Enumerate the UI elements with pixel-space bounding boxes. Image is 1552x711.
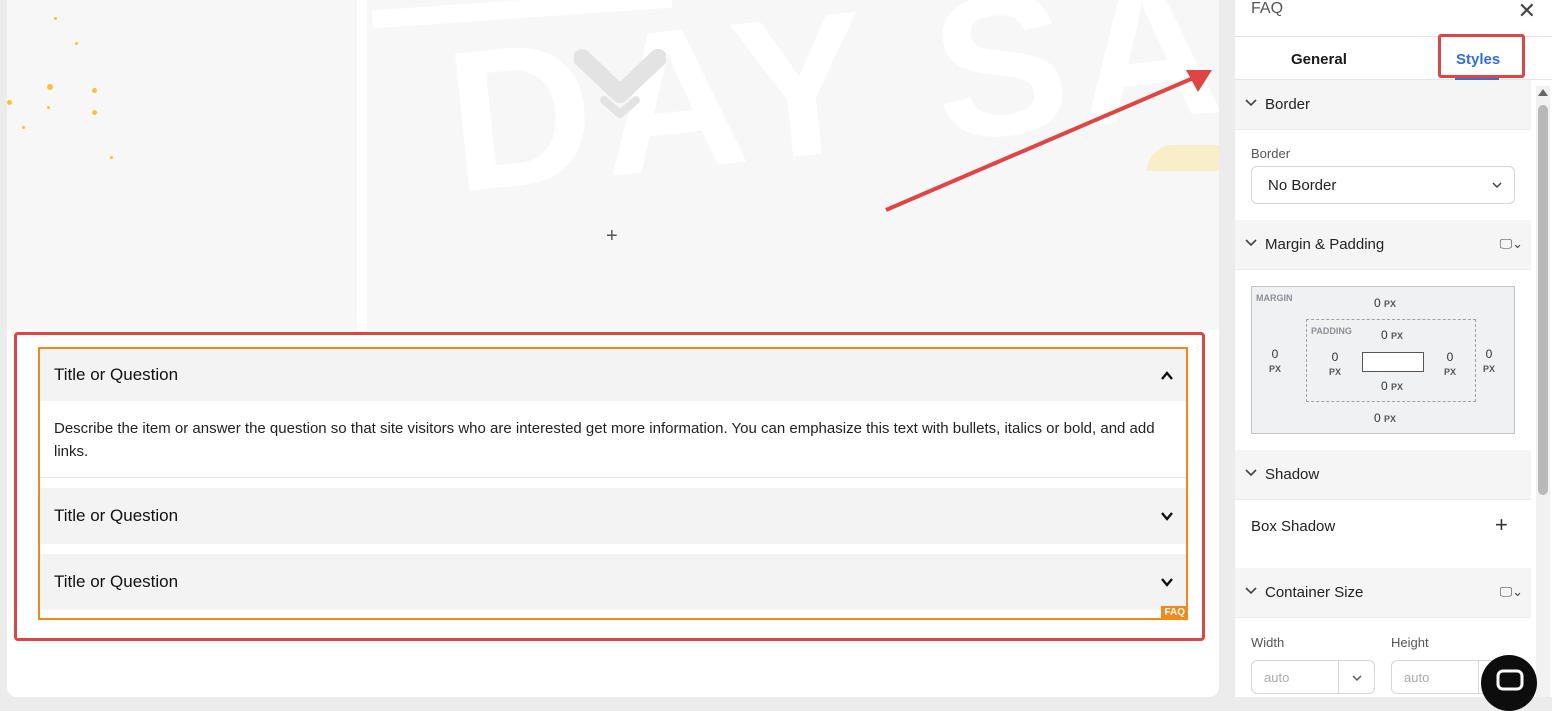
- box-model-editor: MARGIN 0 PX 0 PX 0 PX 0 PX PADDING 0 PX 0P…: [1251, 286, 1515, 434]
- padding-bottom-input[interactable]: 0 PX: [1377, 379, 1407, 393]
- hero-dot: [92, 88, 97, 93]
- section-container-size-header[interactable]: Container Size 🖵⌄: [1235, 568, 1531, 618]
- margin-bottom-input[interactable]: 0 PX: [1370, 411, 1400, 425]
- scroll-up-icon[interactable]: [1536, 86, 1550, 98]
- desktop-device-icon[interactable]: 🖵⌄: [1500, 236, 1523, 252]
- section-label: Border: [1265, 96, 1311, 113]
- add-section-icon[interactable]: +: [606, 226, 618, 246]
- panel-title: FAQ: [1251, 0, 1284, 17]
- hero-dot: [47, 106, 50, 109]
- border-select-value: No Border: [1268, 177, 1337, 194]
- hero-dot: [22, 126, 25, 129]
- chevron-down-icon[interactable]: [1160, 575, 1174, 589]
- section-shadow-header[interactable]: Shadow: [1235, 450, 1531, 500]
- faq-question: Title or Question: [54, 506, 179, 525]
- padding-right-input[interactable]: 0 PX: [1435, 350, 1465, 378]
- padding-box: PADDING 0 PX 0 PX 0 PX 0 PX: [1306, 319, 1476, 402]
- faq-answer: Describe the item or answer the question…: [54, 420, 1155, 460]
- width-label: Width: [1251, 635, 1285, 650]
- hero-dot: [47, 84, 53, 90]
- border-select[interactable]: No Border: [1251, 166, 1515, 204]
- section-label: Margin & Padding: [1265, 236, 1385, 253]
- close-icon[interactable]: ✕: [1518, 0, 1536, 24]
- hero-dot: [92, 110, 97, 115]
- faq-widget[interactable]: Title or Question Describe the item or a…: [38, 347, 1188, 620]
- hero-dot: [7, 100, 12, 105]
- section-border-header[interactable]: Border: [1235, 80, 1531, 130]
- margin-tag: MARGIN: [1256, 293, 1293, 303]
- chevron-down-icon: [1245, 239, 1257, 247]
- content-box: [1362, 352, 1424, 372]
- hero-dot: [75, 42, 78, 45]
- width-unit-dropdown[interactable]: [1338, 661, 1374, 693]
- box-shadow-label: Box Shadow: [1251, 518, 1336, 535]
- border-field-label: Border: [1251, 146, 1291, 161]
- padding-left-input[interactable]: 0 PX: [1320, 350, 1350, 378]
- desktop-device-icon[interactable]: 🖵⌄: [1500, 584, 1523, 600]
- chevron-down-icon: [1245, 469, 1257, 477]
- height-label: Height: [1391, 635, 1429, 650]
- faq-item[interactable]: Title or Question: [40, 554, 1186, 610]
- padding-top-input[interactable]: 0 PX: [1377, 328, 1407, 342]
- chat-button[interactable]: [1481, 655, 1537, 711]
- faq-item[interactable]: Title or Question: [40, 349, 1186, 401]
- chevron-down-icon: [1245, 587, 1257, 595]
- annotation-arrow: [885, 70, 1212, 212]
- section-margin-padding-header[interactable]: Margin & Padding 🖵⌄: [1235, 220, 1531, 270]
- hero-dot: [54, 17, 57, 20]
- faq-widget-badge: FAQ: [1161, 606, 1188, 620]
- panel-scrollbar-thumb[interactable]: [1538, 105, 1548, 495]
- section-label: Container Size: [1265, 584, 1364, 601]
- height-placeholder: auto: [1404, 670, 1430, 685]
- chevron-up-icon[interactable]: [1160, 369, 1174, 383]
- settings-panel: FAQ ✕ General Styles Border Border No Bo…: [1235, 0, 1552, 697]
- section-label: Shadow: [1265, 466, 1320, 483]
- chevron-down-icon[interactable]: [1160, 509, 1174, 523]
- chevron-logo-icon: [574, 49, 666, 118]
- hero-decoration: [357, 0, 367, 330]
- chevron-down-icon: [1492, 182, 1502, 189]
- styles-tab-highlight: [1438, 34, 1525, 78]
- width-input[interactable]: auto: [1251, 660, 1375, 694]
- faq-item[interactable]: Title or Question: [40, 488, 1186, 544]
- chevron-down-icon: [1352, 675, 1362, 681]
- margin-top-input[interactable]: 0 PX: [1370, 296, 1400, 310]
- hero-dot: [110, 156, 113, 159]
- divider: [40, 477, 1186, 478]
- add-shadow-icon[interactable]: +: [1495, 512, 1508, 538]
- width-placeholder: auto: [1264, 670, 1290, 685]
- faq-question: Title or Question: [54, 365, 179, 384]
- chat-icon: [1496, 669, 1524, 691]
- chevron-down-icon: [1245, 99, 1257, 107]
- tab-general[interactable]: General: [1291, 51, 1347, 68]
- margin-right-input[interactable]: 0 PX: [1474, 347, 1504, 375]
- padding-tag: PADDING: [1311, 326, 1352, 336]
- margin-left-input[interactable]: 0 PX: [1260, 347, 1290, 375]
- faq-question: Title or Question: [54, 572, 179, 591]
